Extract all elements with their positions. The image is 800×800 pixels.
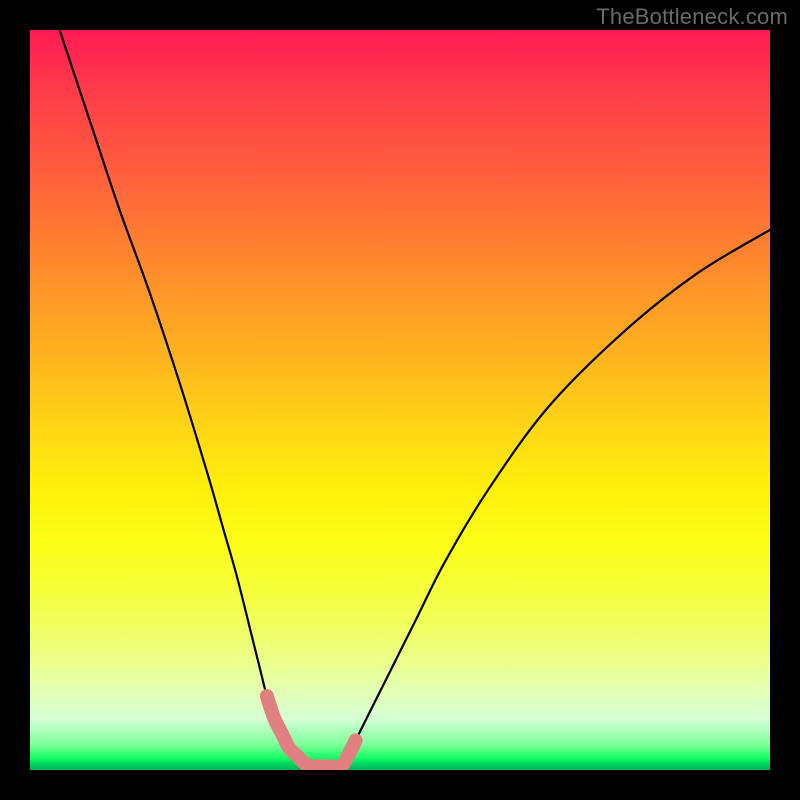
pink-overlay: [267, 696, 356, 767]
left-curve: [60, 30, 312, 766]
curves-svg: [30, 30, 770, 770]
watermark-text: TheBottleneck.com: [596, 4, 788, 30]
chart-frame: TheBottleneck.com: [0, 0, 800, 800]
right-curve: [341, 230, 770, 767]
plot-area: [30, 30, 770, 770]
